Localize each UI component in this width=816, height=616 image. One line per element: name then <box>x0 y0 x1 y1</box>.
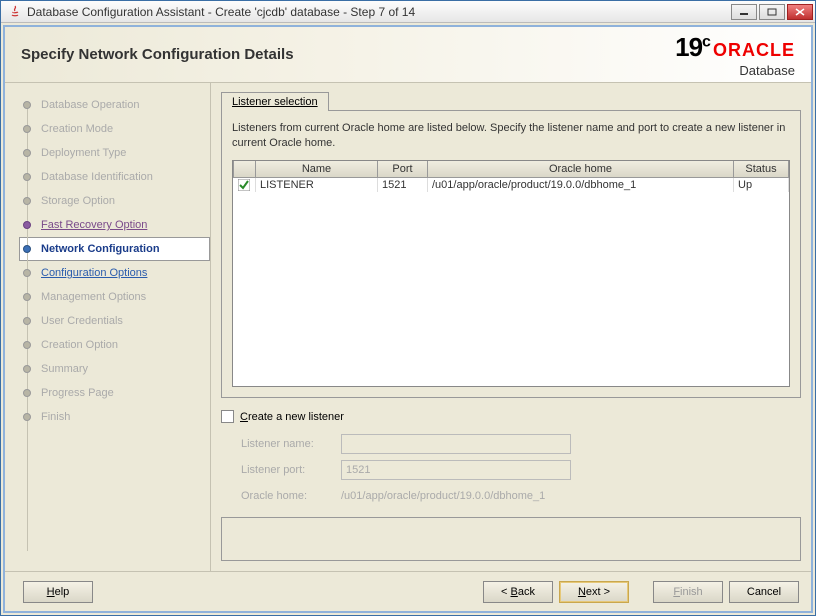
col-status: Status <box>734 161 789 178</box>
java-icon <box>7 4 23 20</box>
row-checkbox[interactable] <box>234 177 256 192</box>
maximize-button[interactable] <box>759 4 785 20</box>
listener-port-input: 1521 <box>341 460 571 480</box>
titlebar: Database Configuration Assistant - Creat… <box>1 1 815 23</box>
oracle-logo: 19c ORACLE Database <box>675 32 795 78</box>
cell-home: /u01/app/oracle/product/19.0.0/dbhome_1 <box>428 177 734 192</box>
col-check <box>234 161 256 178</box>
wizard-steps-sidebar: Database OperationCreation ModeDeploymen… <box>5 83 211 571</box>
button-bar: Help < Back Next > Finish Cancel <box>5 571 811 611</box>
step-management-options: Management Options <box>23 285 204 309</box>
step-database-identification: Database Identification <box>23 165 204 189</box>
step-creation-mode: Creation Mode <box>23 117 204 141</box>
close-button[interactable] <box>787 4 813 20</box>
step-creation-option: Creation Option <box>23 333 204 357</box>
page-title: Specify Network Configuration Details <box>21 46 675 63</box>
message-area <box>221 517 801 561</box>
tab-listener-selection[interactable]: Listener selection <box>221 92 329 111</box>
col-port: Port <box>378 161 428 178</box>
oracle-home-label: Oracle home: <box>241 490 341 502</box>
minimize-button[interactable] <box>731 4 757 20</box>
step-fast-recovery-option[interactable]: Fast Recovery Option <box>23 213 204 237</box>
cell-status: Up <box>734 177 789 192</box>
step-network-configuration: Network Configuration <box>19 237 210 261</box>
step-finish: Finish <box>23 405 204 429</box>
back-button[interactable]: < Back <box>483 581 553 603</box>
finish-button: Finish <box>653 581 723 603</box>
listener-name-input <box>341 434 571 454</box>
create-new-listener-label: Create a new listener <box>240 411 344 423</box>
main-panel: Listener selection Listeners from curren… <box>211 83 811 571</box>
step-database-operation: Database Operation <box>23 93 204 117</box>
help-button[interactable]: Help <box>23 581 93 603</box>
col-home: Oracle home <box>428 161 734 178</box>
table-row[interactable]: LISTENER1521/u01/app/oracle/product/19.0… <box>234 177 789 192</box>
step-storage-option: Storage Option <box>23 189 204 213</box>
step-user-credentials: User Credentials <box>23 309 204 333</box>
step-summary: Summary <box>23 357 204 381</box>
col-name: Name <box>256 161 378 178</box>
window-title: Database Configuration Assistant - Creat… <box>27 5 731 19</box>
listener-port-label: Listener port: <box>241 464 341 476</box>
step-deployment-type: Deployment Type <box>23 141 204 165</box>
tab-description: Listeners from current Oracle home are l… <box>232 121 790 152</box>
next-button[interactable]: Next > <box>559 581 629 603</box>
cell-port: 1521 <box>378 177 428 192</box>
step-configuration-options[interactable]: Configuration Options <box>23 261 204 285</box>
create-new-listener-checkbox[interactable] <box>221 410 234 423</box>
cancel-button[interactable]: Cancel <box>729 581 799 603</box>
listener-name-label: Listener name: <box>241 438 341 450</box>
step-progress-page: Progress Page <box>23 381 204 405</box>
cell-name: LISTENER <box>256 177 378 192</box>
listeners-table: Name Port Oracle home Status LISTENER152… <box>232 160 790 387</box>
oracle-home-value: /u01/app/oracle/product/19.0.0/dbhome_1 <box>341 490 545 502</box>
wizard-header: Specify Network Configuration Details 19… <box>5 27 811 83</box>
